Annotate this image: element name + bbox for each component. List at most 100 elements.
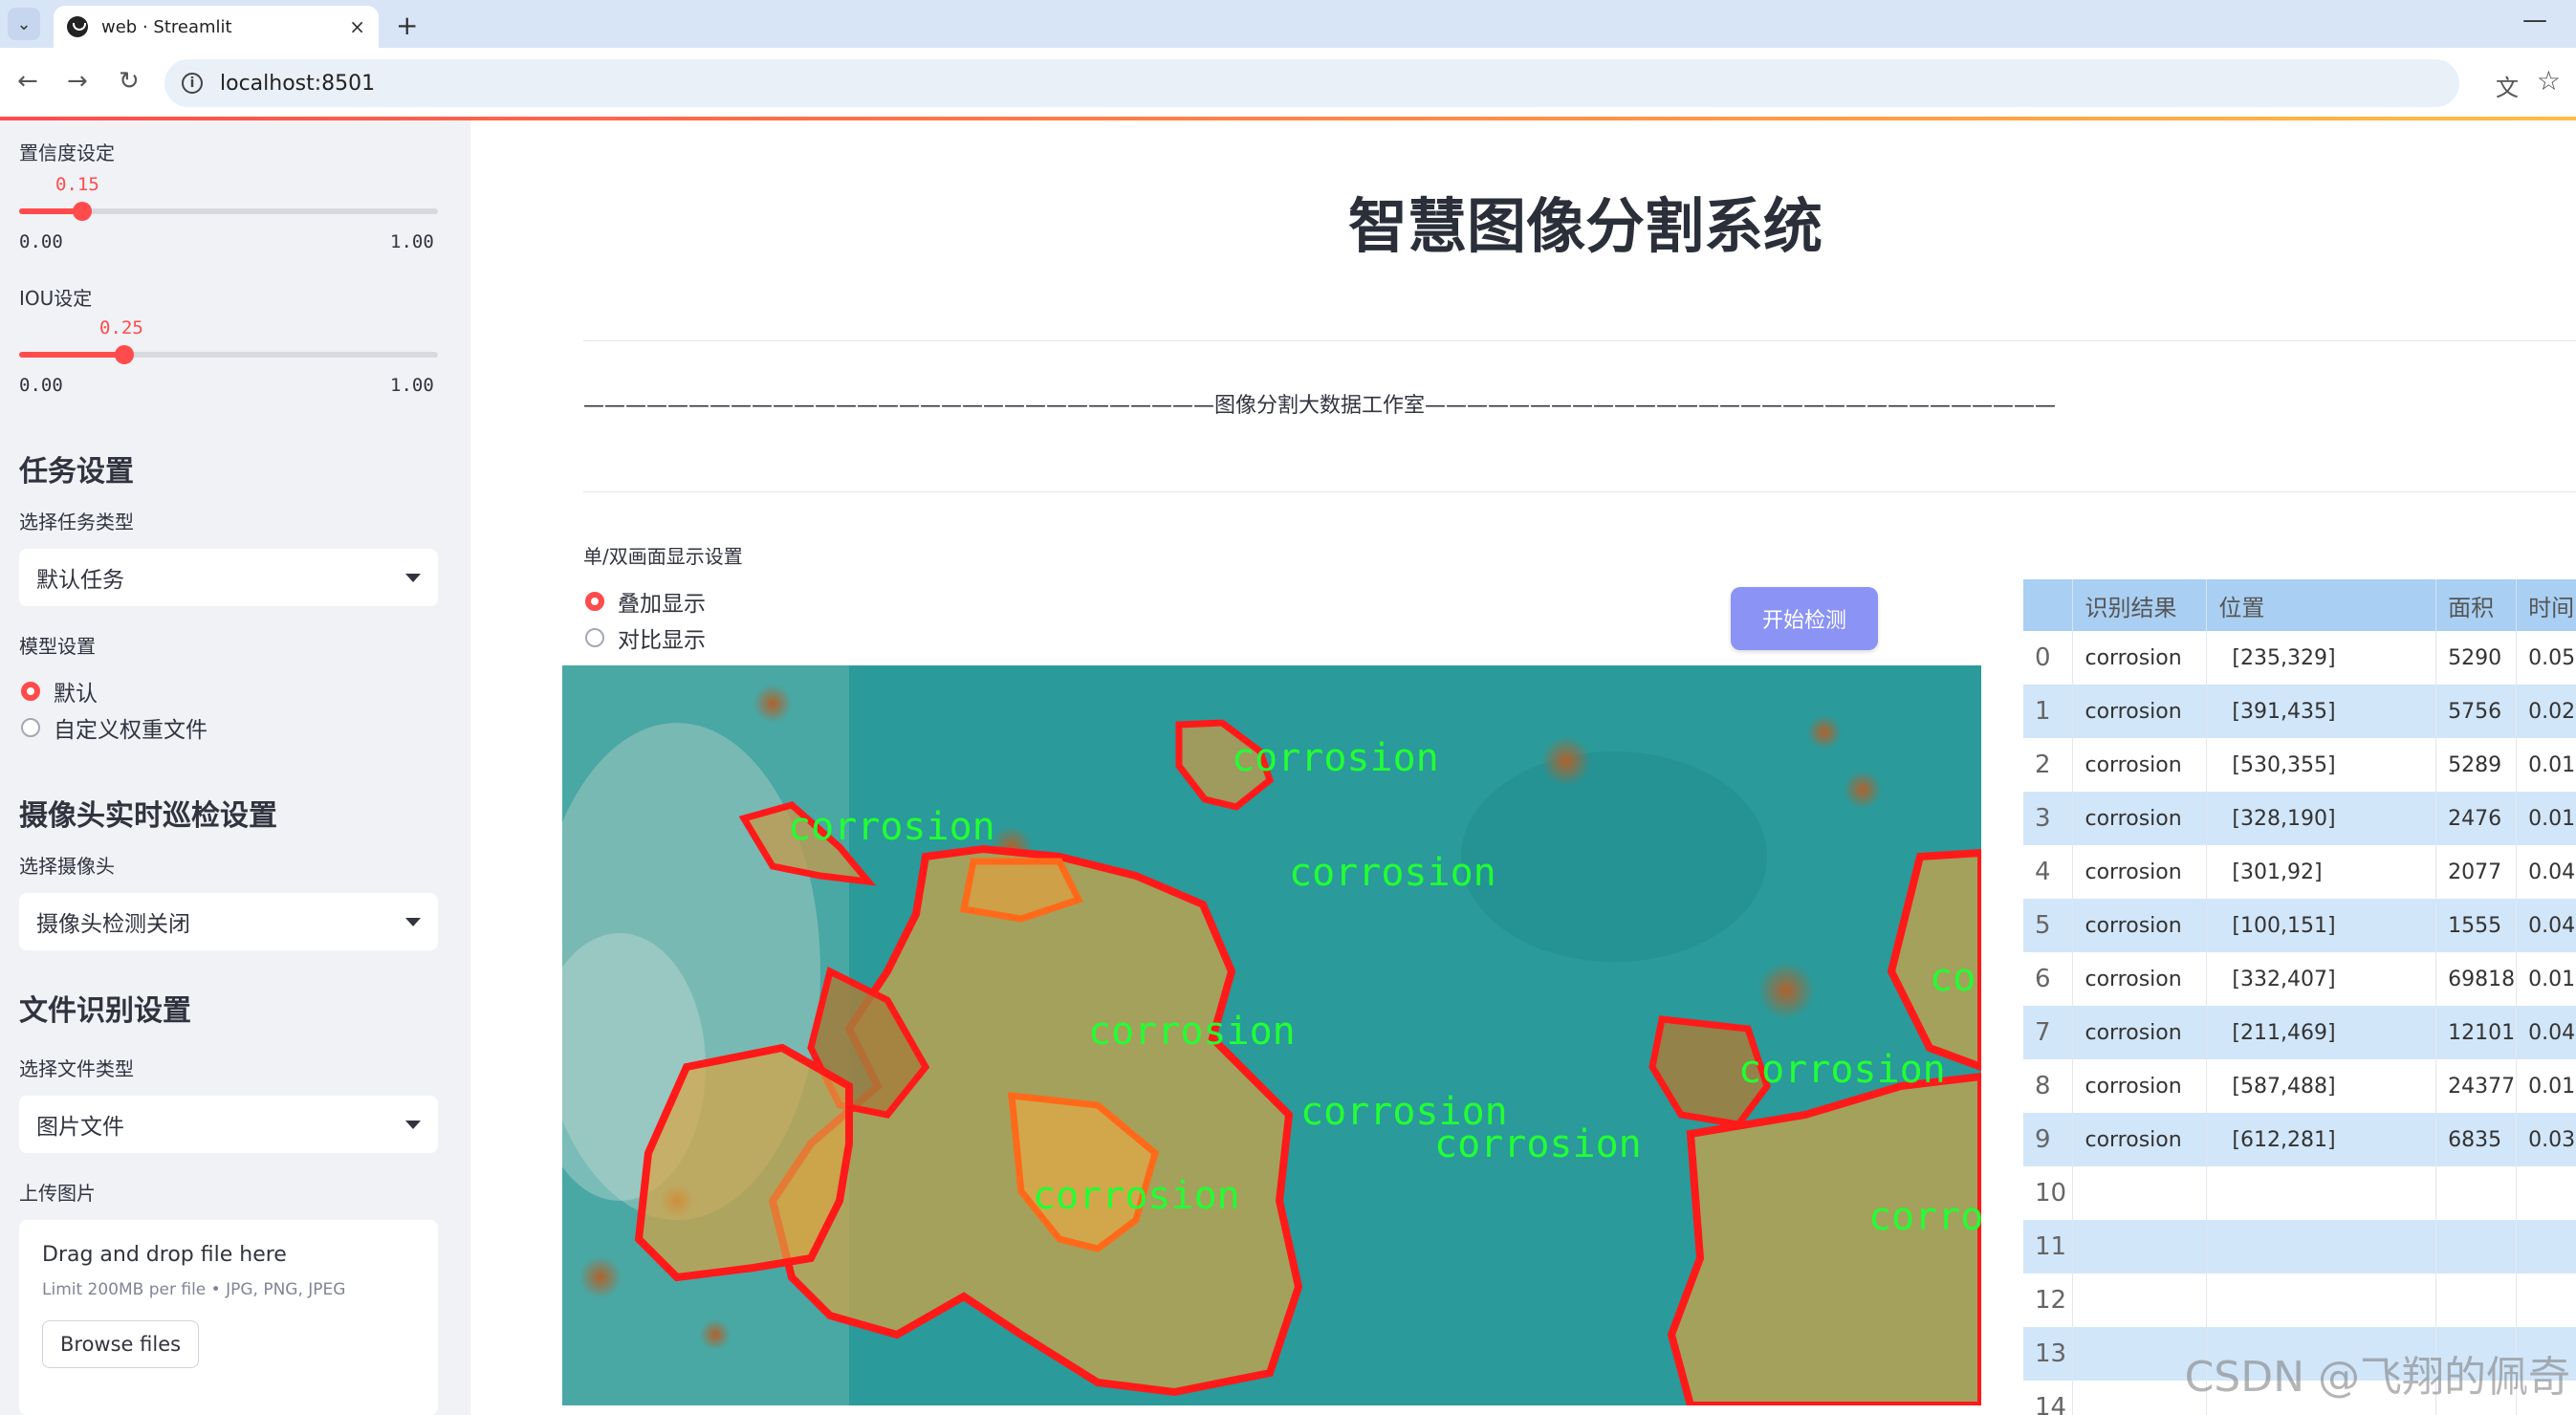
table-row: 6 corrosion [332,407] 69818 0.01 xyxy=(2023,952,2576,1006)
row-index: 11 xyxy=(2023,1220,2074,1274)
result-cell: corrosion xyxy=(2072,792,2208,845)
table-row: 8 corrosion [587,488] 24377 0.01 xyxy=(2023,1059,2576,1113)
model-option-custom-label: 自定义权重文件 xyxy=(54,718,207,743)
corrosion-mask xyxy=(1667,1072,1981,1405)
url-field[interactable]: i localhost:8501 xyxy=(164,59,2459,107)
radio-selected-icon[interactable] xyxy=(585,592,604,611)
main-content: 智慧图像分割系统 ——————————————————————————————图… xyxy=(470,120,2576,1415)
area-cell: 2476 xyxy=(2435,792,2518,845)
model-settings-label: 模型设置 xyxy=(19,635,96,658)
time-cell: 0.04 xyxy=(2516,1006,2576,1059)
camera-label: 选择摄像头 xyxy=(19,855,115,878)
column-header-time[interactable]: 时间 xyxy=(2516,579,2576,631)
minimize-window-button[interactable]: — xyxy=(2522,6,2547,34)
result-cell: corrosion xyxy=(2072,1059,2208,1113)
row-index: 13 xyxy=(2023,1327,2074,1381)
table-row: 9 corrosion [612,281] 6835 0.03 xyxy=(2023,1113,2576,1166)
area-cell xyxy=(2435,1274,2518,1327)
row-index: 6 xyxy=(2023,952,2074,1006)
iou-min: 0.00 xyxy=(19,375,63,396)
iou-slider[interactable] xyxy=(19,345,438,364)
table-row: 0 corrosion [235,329] 5290 0.05 xyxy=(2023,631,2576,685)
address-bar: ← → ↻ i localhost:8501 文 ☆ xyxy=(0,48,2576,119)
browser-tab-bar: ⌄ web · Streamlit × + — xyxy=(0,0,2576,48)
table-row: 7 corrosion [211,469] 12101 0.04 xyxy=(2023,1006,2576,1059)
url-text: localhost:8501 xyxy=(220,71,376,96)
display-option-compare-label: 对比显示 xyxy=(618,628,706,653)
column-header-result[interactable]: 识别结果 xyxy=(2072,579,2208,631)
page-title: 智慧图像分割系统 xyxy=(1347,191,1823,261)
radio-selected-icon[interactable] xyxy=(21,682,40,701)
model-option-default-label: 默认 xyxy=(54,682,98,707)
result-cell: corrosion xyxy=(2072,1006,2208,1059)
position-cell: [391,435] xyxy=(2206,685,2437,738)
site-info-icon[interactable]: i xyxy=(182,73,203,94)
result-cell xyxy=(2072,1166,2208,1220)
camera-value: 摄像头检测关闭 xyxy=(36,912,190,937)
model-option-custom[interactable]: 自定义权重文件 xyxy=(21,711,207,744)
tab-close-icon[interactable]: × xyxy=(349,15,365,38)
position-cell: [301,92] xyxy=(2206,845,2437,899)
browser-tab[interactable]: web · Streamlit × xyxy=(54,6,379,48)
table-header-row: 识别结果 位置 面积 时间 xyxy=(2023,579,2576,631)
iou-label: IOU设定 xyxy=(19,287,93,310)
result-cell xyxy=(2072,1274,2208,1327)
table-row: 10 xyxy=(2023,1166,2576,1220)
table-row: 3 corrosion [328,190] 2476 0.01 xyxy=(2023,792,2576,845)
time-cell: 0.02 xyxy=(2516,685,2576,738)
file-type-value: 图片文件 xyxy=(36,1115,124,1140)
file-type-select[interactable]: 图片文件 xyxy=(19,1096,438,1153)
camera-settings-heading: 摄像头实时巡检设置 xyxy=(19,799,277,833)
detection-label: corrosion xyxy=(1289,851,1496,895)
confidence-value: 0.15 xyxy=(55,174,99,195)
back-arrow-icon[interactable]: ← xyxy=(17,67,38,96)
file-uploader-dropzone[interactable]: Drag and drop file here Limit 200MB per … xyxy=(19,1220,438,1415)
display-setting-label: 单/双画面显示设置 xyxy=(583,545,743,568)
radio-unselected-icon[interactable] xyxy=(585,628,604,647)
confidence-slider-thumb[interactable] xyxy=(73,202,92,221)
model-option-default[interactable]: 默认 xyxy=(21,675,98,708)
start-detection-button[interactable]: 开始检测 xyxy=(1731,587,1878,650)
time-cell: 0.01 xyxy=(2516,1059,2576,1113)
radio-unselected-icon[interactable] xyxy=(21,718,40,737)
time-cell: 0.01 xyxy=(2516,792,2576,845)
camera-select[interactable]: 摄像头检测关闭 xyxy=(19,893,438,950)
area-cell xyxy=(2435,1220,2518,1274)
iou-slider-thumb[interactable] xyxy=(115,345,134,364)
row-index: 5 xyxy=(2023,899,2074,952)
detection-label: corrosion xyxy=(1738,1048,1946,1092)
table-row: 12 xyxy=(2023,1274,2576,1327)
column-header-position[interactable]: 位置 xyxy=(2206,579,2437,631)
display-option-overlay-label: 叠加显示 xyxy=(618,592,706,617)
detection-label: corrosion xyxy=(1930,956,1981,1000)
results-table: 识别结果 位置 面积 时间 0 corrosion [235,329] 5290 0.0… xyxy=(2023,579,2576,1415)
confidence-slider[interactable] xyxy=(19,202,438,221)
table-row: 1 corrosion [391,435] 5756 0.02 xyxy=(2023,685,2576,738)
position-cell: [211,469] xyxy=(2206,1006,2437,1059)
new-tab-button[interactable]: + xyxy=(396,10,418,41)
table-row: 11 xyxy=(2023,1220,2576,1274)
time-cell xyxy=(2516,1274,2576,1327)
position-cell xyxy=(2206,1274,2437,1327)
task-type-select[interactable]: 默认任务 xyxy=(19,549,438,606)
browse-files-button[interactable]: Browse files xyxy=(42,1320,200,1368)
display-option-overlay[interactable]: 叠加显示 xyxy=(585,585,706,618)
task-type-label: 选择任务类型 xyxy=(19,511,134,533)
column-header-index[interactable] xyxy=(2023,579,2074,631)
area-cell: 2077 xyxy=(2435,845,2518,899)
reload-icon[interactable]: ↻ xyxy=(119,67,140,96)
result-cell: corrosion xyxy=(2072,1113,2208,1166)
file-type-label: 选择文件类型 xyxy=(19,1057,134,1080)
column-header-area[interactable]: 面积 xyxy=(2435,579,2518,631)
row-index: 7 xyxy=(2023,1006,2074,1059)
display-option-compare[interactable]: 对比显示 xyxy=(585,621,706,654)
translate-icon[interactable]: 文 xyxy=(2496,69,2519,102)
area-cell: 69818 xyxy=(2435,952,2518,1006)
tab-title: web · Streamlit xyxy=(101,16,232,37)
tab-search-icon[interactable]: ⌄ xyxy=(8,8,40,40)
bookmark-star-icon[interactable]: ☆ xyxy=(2537,65,2561,97)
detection-label: corrosion xyxy=(1232,736,1439,780)
position-cell: [235,329] xyxy=(2206,631,2437,685)
results-table-container[interactable]: 识别结果 位置 面积 时间 0 corrosion [235,329] 5290 0.0… xyxy=(2023,579,2576,1415)
forward-arrow-icon[interactable]: → xyxy=(67,67,88,96)
